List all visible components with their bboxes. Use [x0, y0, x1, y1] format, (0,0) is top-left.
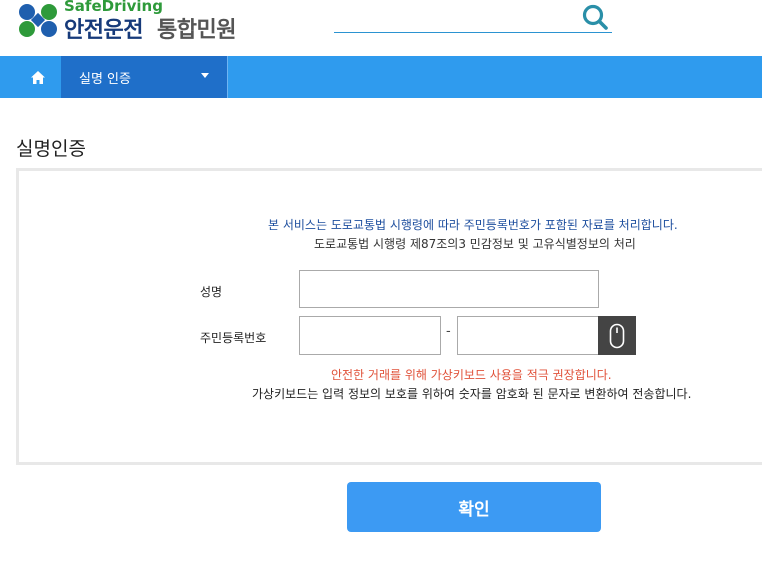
logo-title: 안전운전 [64, 18, 143, 43]
page-title: 실명인증 [16, 138, 86, 160]
home-button[interactable] [16, 56, 60, 98]
confirm-button[interactable]: 확인 [347, 482, 601, 532]
virtual-keyboard-recommendation: 안전한 거래를 위해 가상키보드 사용을 적극 권장합니다. [331, 368, 612, 382]
chevron-down-icon [201, 73, 209, 78]
name-label: 성명 [200, 285, 223, 299]
rrn-label: 주민등록번호 [200, 331, 267, 345]
rrn-separator: - [446, 324, 451, 339]
search-input[interactable] [334, 2, 612, 33]
search-icon[interactable] [580, 2, 610, 32]
service-notice: 본 서비스는 도로교통법 시행령에 따라 주민등록번호가 포함된 자료를 처리합… [268, 218, 678, 232]
nav-menu-dropdown[interactable]: 실명 인증 [61, 56, 228, 98]
virtual-keyboard-button[interactable] [598, 316, 636, 355]
law-reference: 도로교통법 시행령 제87조의3 민감정보 및 고유식별정보의 처리 [314, 237, 636, 251]
name-field[interactable] [299, 270, 599, 308]
logo-clover-icon [19, 4, 57, 37]
virtual-keyboard-description: 가상키보드는 입력 정보의 보호를 위하여 숫자를 암호화 된 문자로 변환하여… [252, 387, 692, 401]
home-icon [31, 70, 45, 84]
logo-title-tail: 통합민원 [157, 18, 236, 43]
rrn-back-field[interactable] [457, 316, 599, 355]
site-logo[interactable]: SafeDriving 안전운전 통합민원 [0, 0, 260, 44]
mouse-icon [609, 323, 625, 348]
rrn-front-field[interactable] [299, 316, 441, 355]
nav-menu-label: 실명 인증 [79, 72, 131, 87]
